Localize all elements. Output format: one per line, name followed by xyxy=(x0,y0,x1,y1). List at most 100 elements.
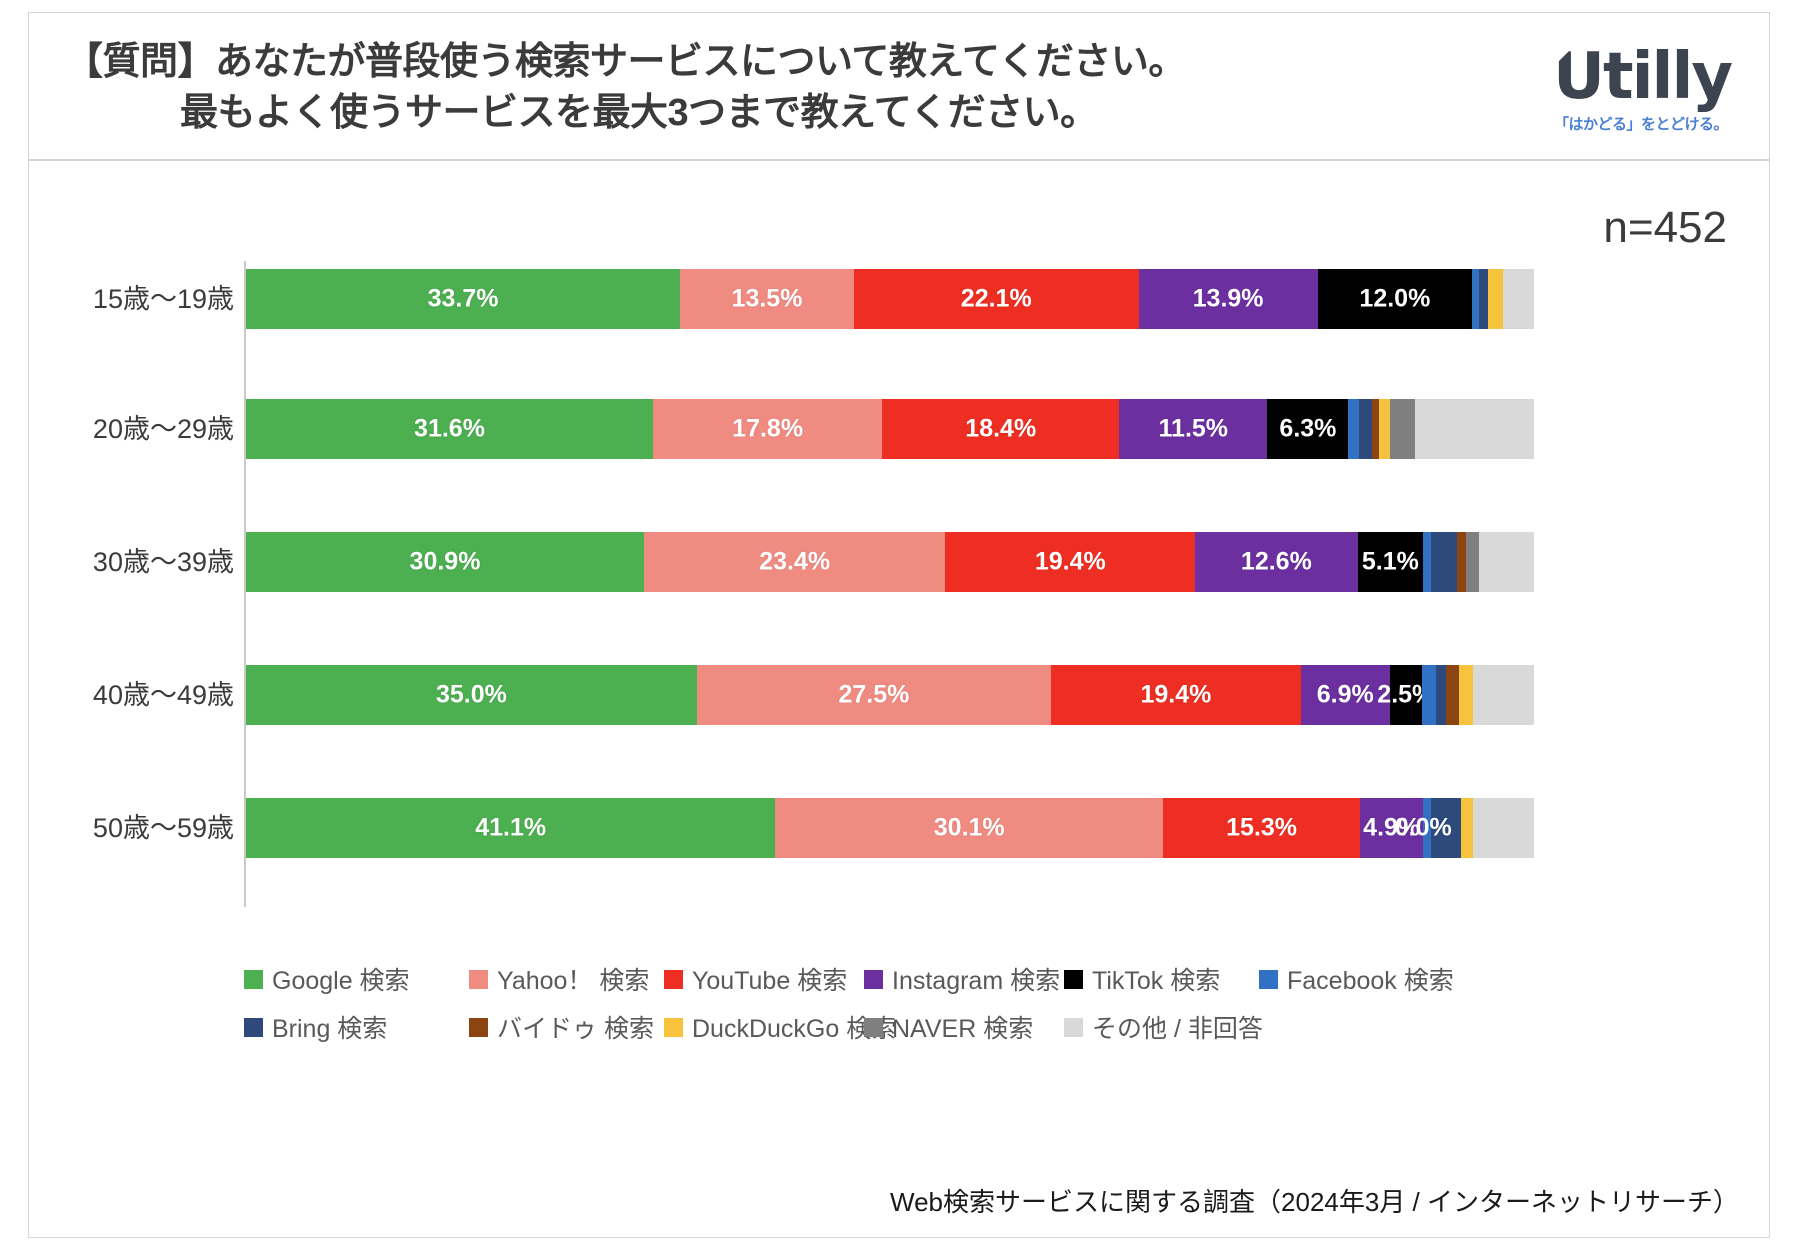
legend-label: YouTube 検索 xyxy=(692,967,848,995)
bar-segment[interactable]: 12.0% xyxy=(1317,269,1473,329)
bar-row: 15歳～19歳 33.7% 13.5% 22.1% 13.9% 12.0% xyxy=(29,269,1771,329)
legend-item[interactable]: Yahoo！ 検索 xyxy=(469,961,649,997)
bar-segment[interactable]: 13.9% xyxy=(1138,269,1318,329)
bar-segment[interactable]: 18.4% xyxy=(882,399,1120,459)
bar-segment[interactable] xyxy=(1423,798,1431,858)
source-note: Web検索サービスに関する調査（2024年3月 / インターネットリサーチ） xyxy=(890,1187,1739,1217)
bar-segment-value: 6.9% xyxy=(1316,680,1374,709)
legend-item[interactable]: Instagram 検索 xyxy=(864,961,1060,997)
bar-segment-value: 33.7% xyxy=(427,284,499,313)
title-line-1: 【質問】あなたが普段使う検索サービスについて教えてください。 xyxy=(65,41,1186,83)
bar-segment[interactable]: 5.1% xyxy=(1357,532,1424,592)
legend-label: Google 検索 xyxy=(272,967,410,995)
bar-segment[interactable]: 4.9% xyxy=(1360,798,1424,858)
legend: Google 検索 Yahoo！ 検索 YouTube 検索 Instagram 検索… xyxy=(244,951,1744,1047)
bar-segment[interactable] xyxy=(1478,532,1534,592)
legend-item[interactable]: TikTok 検索 xyxy=(1064,961,1220,997)
bar-segment[interactable]: 11.5% xyxy=(1119,399,1268,459)
legend-item[interactable]: その他 / 非回答 xyxy=(1064,1009,1263,1045)
bar-segment[interactable]: 6.9% xyxy=(1300,665,1390,725)
legend-item[interactable]: Google 検索 xyxy=(244,961,410,997)
legend-swatch-icon xyxy=(664,1017,683,1037)
bar-segment[interactable] xyxy=(1456,532,1466,592)
bar-segment[interactable]: 30.1% xyxy=(775,798,1164,858)
bar-segment[interactable]: 19.4% xyxy=(1050,665,1301,725)
bar-segment[interactable] xyxy=(1436,665,1447,725)
bar-segment-value: 13.9% xyxy=(1192,284,1264,313)
bar-segment[interactable] xyxy=(1415,399,1534,459)
legend-swatch-icon xyxy=(664,969,683,989)
bar-segment-value: 15.3% xyxy=(1226,813,1298,842)
bar-segment[interactable]: 15.3% xyxy=(1163,798,1361,858)
bar-segment[interactable]: 41.1% xyxy=(246,798,776,858)
bar-segment[interactable]: 30.9% xyxy=(246,532,644,592)
bar-segment[interactable]: 23.4% xyxy=(643,532,946,592)
bar-segment-value: 13.5% xyxy=(731,284,803,313)
bar-segment[interactable] xyxy=(1460,798,1474,858)
legend-item[interactable]: YouTube 検索 xyxy=(664,961,847,997)
category-label: 30歳～39歳 xyxy=(92,547,234,577)
legend-row: Bring 検索 バイドゥ 検索 DuckDuckGo 検索 NAVER 検索 その他 … xyxy=(244,999,1744,1047)
bar-row: 20歳～29歳 31.6% 17.8% 18.4% 11.5% 6.3% xyxy=(29,399,1771,459)
bar-segment[interactable]: 17.8% xyxy=(653,399,883,459)
bar-segment[interactable]: 2.5% xyxy=(1377,665,1434,725)
bar-track: 33.7% 13.5% 22.1% 13.9% 12.0% xyxy=(246,269,1534,329)
bar-segment[interactable]: 27.5% xyxy=(696,665,1051,725)
bar-segment-value: 23.4% xyxy=(759,547,831,576)
legend-label: Yahoo！ 検索 xyxy=(497,967,650,995)
bar-segment[interactable]: 22.1% xyxy=(853,269,1139,329)
chart-panel: n=452 15歳～19歳 33.7% 13.5% 22.1% 13.9% 12.0% 20… xyxy=(28,160,1770,1238)
bar-segment[interactable] xyxy=(1423,532,1431,592)
legend-label: その他 / 非回答 xyxy=(1092,1015,1263,1043)
legend-swatch-icon xyxy=(469,969,488,989)
bar-segment[interactable] xyxy=(1473,798,1534,858)
bar-segment[interactable] xyxy=(1430,798,1461,858)
legend-label: Instagram 検索 xyxy=(892,967,1061,995)
bar-segment[interactable] xyxy=(1379,399,1390,459)
bar-segment-value: 4.9% xyxy=(1363,813,1421,842)
category-label: 40歳～49歳 xyxy=(92,680,234,710)
bar-segment-value: 11.5% xyxy=(1158,414,1229,443)
bar-segment[interactable]: 31.6% xyxy=(246,399,653,459)
bar-segment-value: 19.4% xyxy=(1034,547,1106,576)
legend-label: バイドゥ 検索 xyxy=(497,1015,654,1043)
bar-segment[interactable] xyxy=(1421,665,1437,725)
bar-segment-value: 30.1% xyxy=(933,813,1005,842)
legend-label: Bring 検索 xyxy=(272,1015,388,1043)
bar-track: 31.6% 17.8% 18.4% 11.5% 6.3% xyxy=(246,399,1534,459)
bar-segment[interactable] xyxy=(1348,399,1359,459)
bar-segment[interactable]: 12.6% xyxy=(1195,532,1358,592)
bar-segment[interactable] xyxy=(1446,665,1460,725)
category-label: 20歳～29歳 xyxy=(92,414,234,444)
legend-swatch-icon xyxy=(469,1017,488,1037)
bar-segment[interactable]: 35.0% xyxy=(246,665,697,725)
legend-item[interactable]: Facebook 検索 xyxy=(1259,961,1454,997)
bar-segment[interactable]: 13.5% xyxy=(680,269,854,329)
legend-item[interactable]: Bring 検索 xyxy=(244,1009,387,1045)
bar-segment[interactable] xyxy=(1459,665,1474,725)
bar-segment-value: 18.4% xyxy=(965,414,1037,443)
bar-segment-value: 22.1% xyxy=(960,284,1032,313)
bar-segment[interactable]: 6.3% xyxy=(1267,399,1349,459)
bar-segment[interactable] xyxy=(1371,399,1380,459)
bar-segment[interactable] xyxy=(1473,665,1534,725)
legend-item[interactable]: バイドゥ 検索 xyxy=(469,1009,654,1045)
logo-wordmark: Utilly xyxy=(1553,40,1733,114)
legend-swatch-icon xyxy=(1064,969,1083,989)
legend-item[interactable]: DuckDuckGo 検索 xyxy=(664,1009,896,1045)
bar-segment[interactable] xyxy=(1465,532,1479,592)
bar-segment[interactable] xyxy=(1358,399,1372,459)
bar-segment[interactable]: 19.4% xyxy=(945,532,1196,592)
bar-segment-value: 12.0% xyxy=(1359,284,1431,313)
bar-segment[interactable] xyxy=(1503,269,1534,329)
legend-label: TikTok 検索 xyxy=(1092,967,1221,995)
logo-tagline: 「はかどる」をとどける。 xyxy=(1554,116,1729,133)
bar-segment[interactable] xyxy=(1430,532,1457,592)
legend-item[interactable]: NAVER 検索 xyxy=(864,1009,1033,1045)
plot-area: 15歳～19歳 33.7% 13.5% 22.1% 13.9% 12.0% 20歳～29歳 3… xyxy=(29,261,1771,921)
bar-segment[interactable] xyxy=(1478,269,1488,329)
bar-segment[interactable]: 33.7% xyxy=(246,269,681,329)
bar-segment[interactable] xyxy=(1487,269,1504,329)
legend-swatch-icon xyxy=(864,969,883,989)
bar-segment[interactable] xyxy=(1389,399,1416,459)
